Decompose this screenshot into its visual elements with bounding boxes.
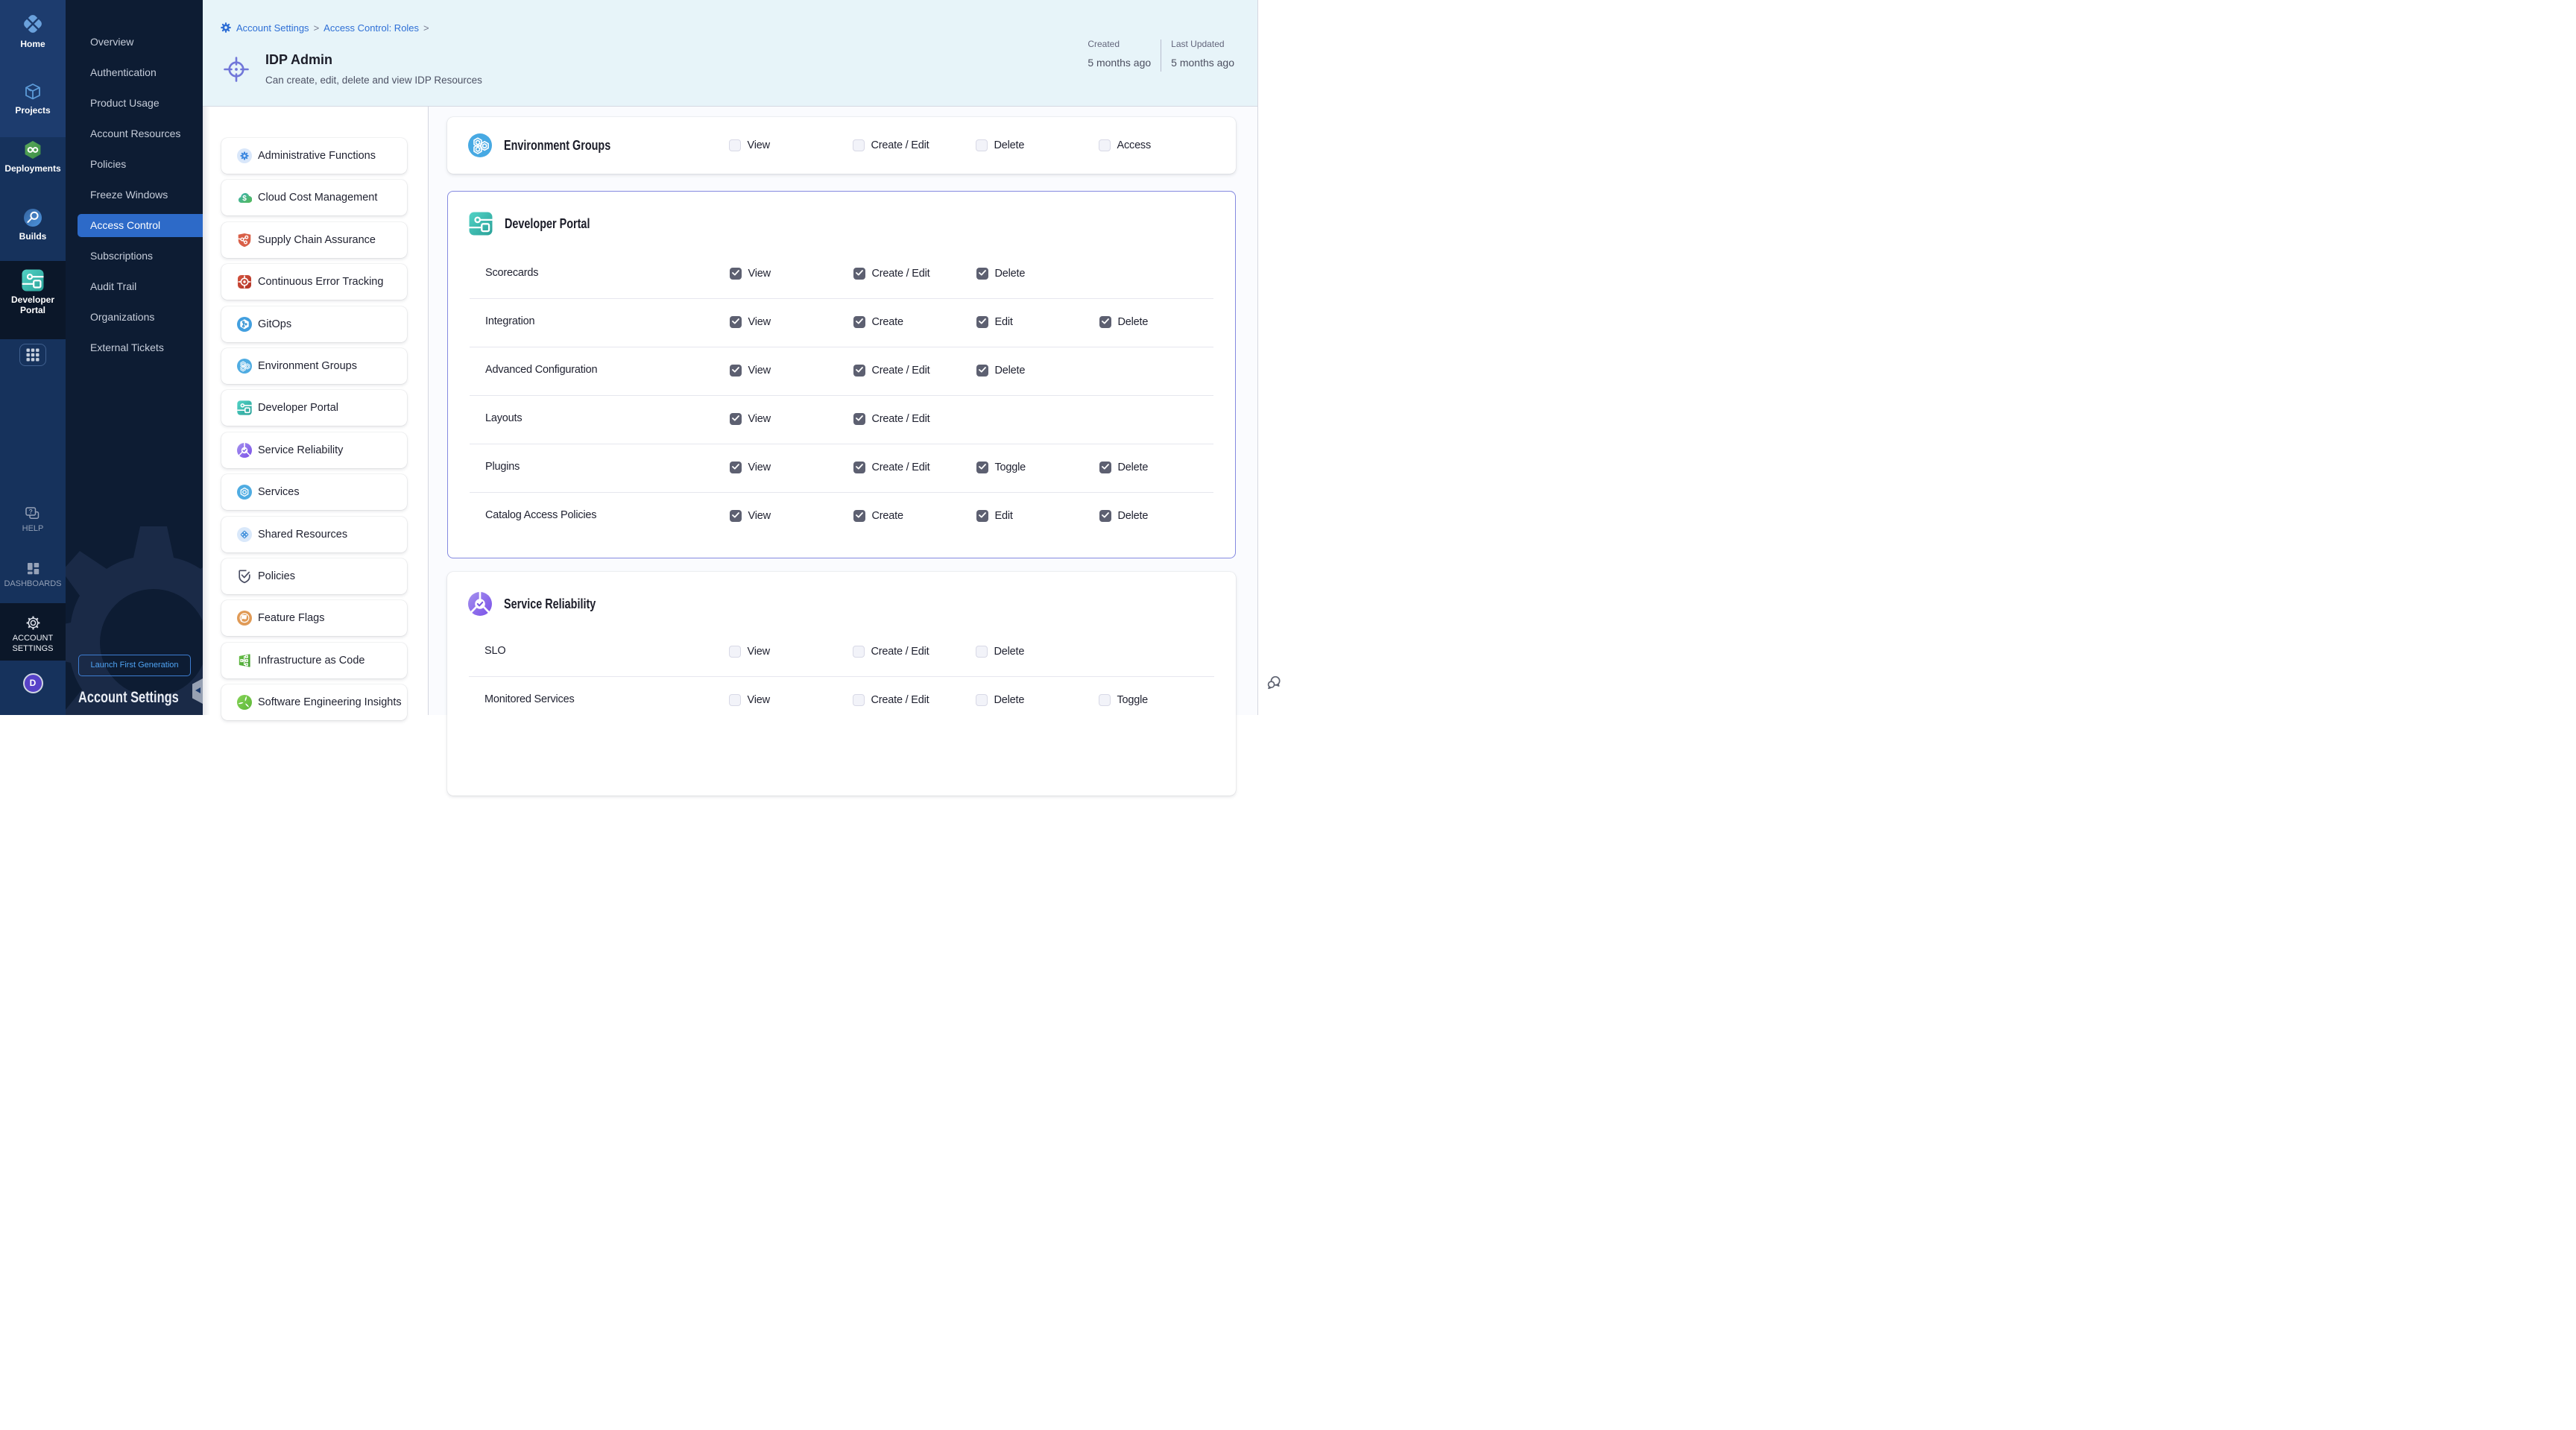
svg-text:$: $ [242,195,247,203]
svg-text:?: ? [29,508,33,515]
